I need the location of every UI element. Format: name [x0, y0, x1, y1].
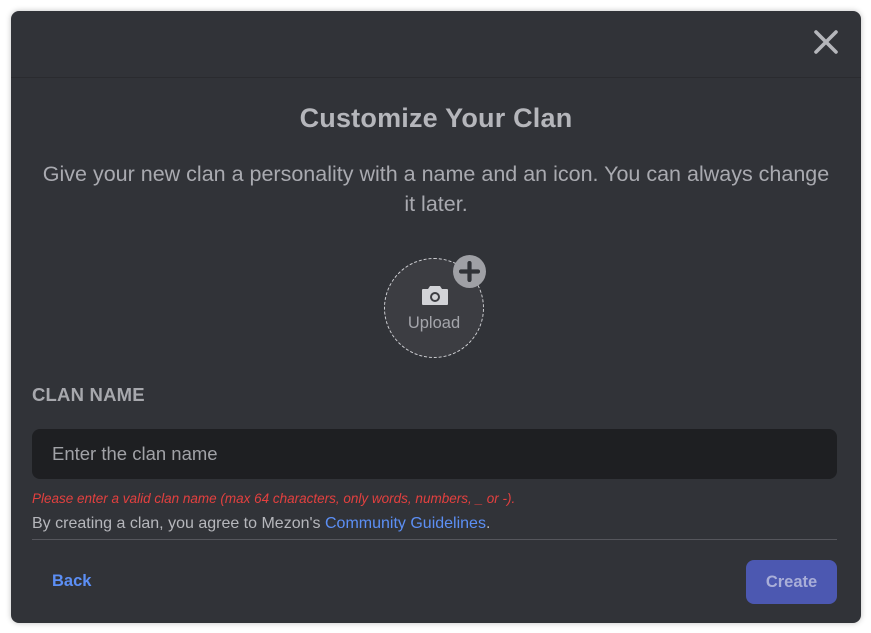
clan-name-label: CLAN NAME — [32, 384, 145, 405]
close-button[interactable] — [813, 29, 839, 55]
modal-title: Customize Your Clan — [299, 103, 573, 133]
divider — [32, 539, 837, 540]
agreement-suffix: . — [485, 515, 491, 532]
upload-label: Upload — [407, 314, 461, 332]
agreement-text: By creating a clan, you agree to Mezon's… — [32, 515, 490, 533]
camera-icon — [422, 286, 448, 305]
modal-header — [11, 11, 861, 78]
create-clan-modal: Customize Your Clan Give your new clan a… — [11, 11, 861, 623]
modal-subtitle: Give your new clan a personality with a … — [42, 162, 830, 216]
close-icon — [814, 30, 838, 54]
clan-name-error: Please enter a valid clan name (max 64 c… — [32, 491, 516, 506]
community-guidelines-link[interactable]: Community Guidelines — [325, 515, 486, 532]
create-button[interactable]: Create — [746, 560, 837, 604]
clan-name-input[interactable] — [32, 429, 837, 479]
add-icon — [459, 261, 480, 282]
add-icon-badge[interactable] — [453, 255, 486, 288]
agreement-prefix: By creating a clan, you agree to Mezon's — [32, 515, 325, 532]
back-button[interactable]: Back — [52, 572, 91, 591]
